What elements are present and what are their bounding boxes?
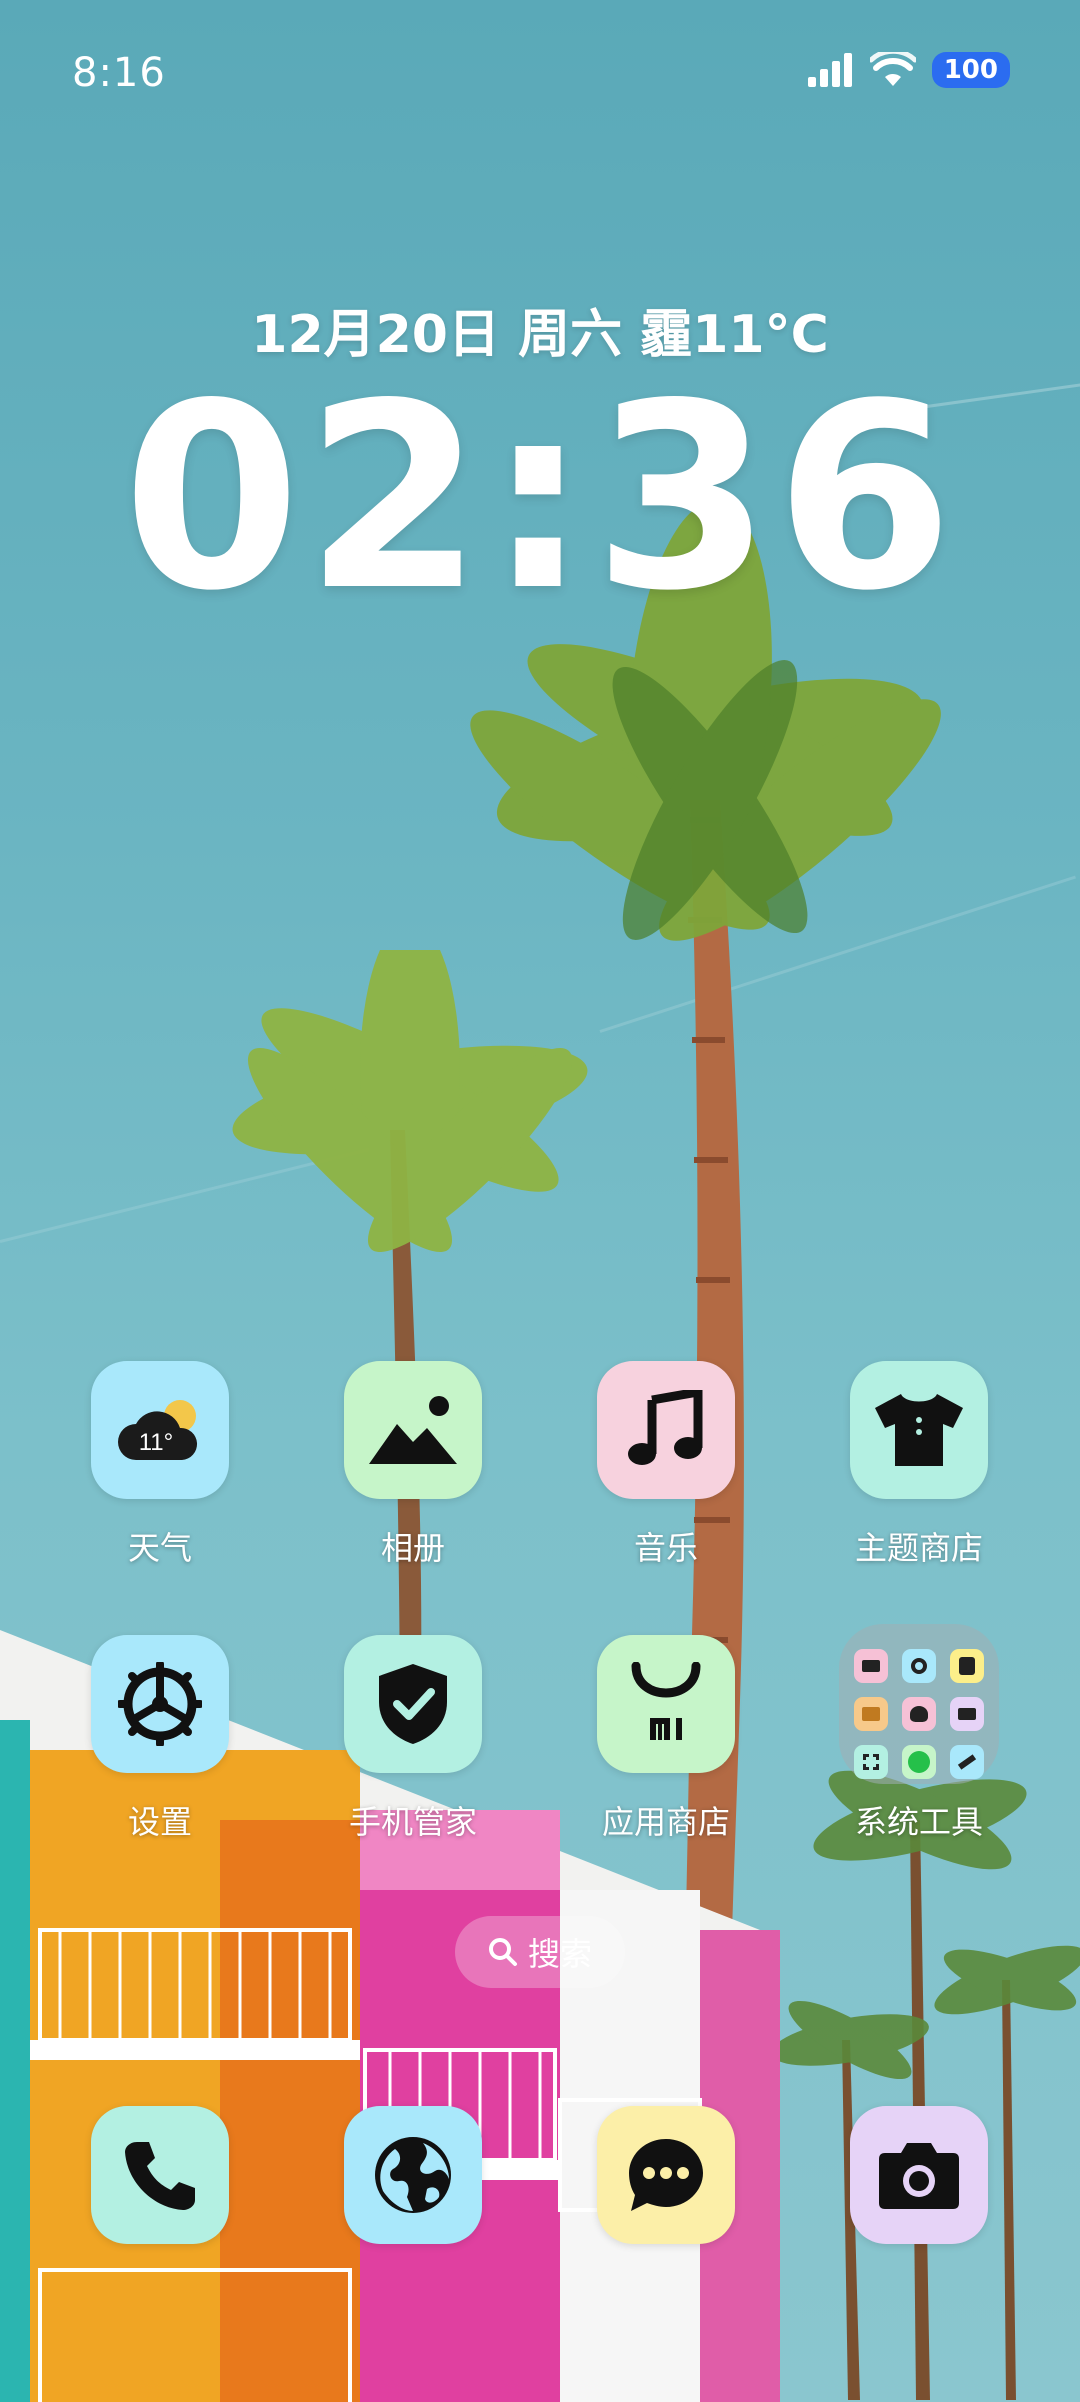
signal-icon [807, 53, 852, 87]
folder-mini-icon [950, 1649, 984, 1683]
folder-mini-icon [902, 1649, 936, 1683]
clock-widget-time[interactable]: 02:36 [0, 370, 1080, 626]
app-weather[interactable]: 11° 天气 [60, 1361, 260, 1569]
search-icon [488, 1938, 517, 1966]
app-settings[interactable]: 设置 [60, 1635, 260, 1843]
app-label: 应用商店 [601, 1803, 730, 1841]
phone-icon[interactable] [91, 2106, 229, 2244]
camera-icon[interactable] [850, 2106, 988, 2244]
folder-system-tools[interactable]: 系统工具 [819, 1624, 1019, 1843]
folder-mini-icon [854, 1697, 888, 1731]
status-icons: 100 [807, 52, 1010, 88]
app-theme-store[interactable]: 主题商店 [819, 1361, 1019, 1569]
browser-icon[interactable] [344, 2106, 482, 2244]
weather-temp-text: 11° [139, 1429, 174, 1456]
app-label: 相册 [380, 1529, 445, 1567]
messages-icon[interactable] [597, 2106, 735, 2244]
weather-icon[interactable]: 11° [91, 1361, 229, 1499]
theme-icon[interactable] [850, 1361, 988, 1499]
gallery-icon[interactable] [344, 1361, 482, 1499]
app-store-icon[interactable] [597, 1635, 735, 1773]
app-label: 天气 [127, 1529, 192, 1567]
folder-mini-icon [950, 1697, 984, 1731]
dock-phone[interactable] [60, 2106, 260, 2244]
dock-messages[interactable] [566, 2106, 766, 2244]
app-label: 系统工具 [854, 1803, 983, 1841]
app-gallery[interactable]: 相册 [313, 1361, 513, 1569]
status-bar: 8:16 100 [0, 0, 1080, 150]
battery-indicator: 100 [931, 52, 1010, 88]
dock-camera[interactable] [819, 2106, 1019, 2244]
folder-icon[interactable] [839, 1624, 999, 1784]
app-label: 音乐 [633, 1529, 698, 1567]
app-security[interactable]: 手机管家 [313, 1635, 513, 1843]
music-icon[interactable] [597, 1361, 735, 1499]
search-label: 搜索 [527, 1935, 592, 1973]
status-time: 8:16 [72, 50, 166, 96]
settings-icon[interactable] [91, 1635, 229, 1773]
app-music[interactable]: 音乐 [566, 1361, 766, 1569]
folder-mini-icon [902, 1745, 936, 1779]
folder-mini-icon [854, 1745, 888, 1779]
app-label: 设置 [127, 1803, 192, 1841]
wifi-icon [869, 52, 916, 86]
app-app-store[interactable]: 应用商店 [566, 1635, 766, 1843]
folder-mini-icon [902, 1697, 936, 1731]
dock-browser[interactable] [313, 2106, 513, 2244]
folder-mini-icon [854, 1649, 888, 1683]
folder-mini-icon [950, 1745, 984, 1779]
search-button[interactable]: 搜索 [455, 1916, 625, 1988]
app-label: 主题商店 [854, 1529, 983, 1567]
security-icon[interactable] [344, 1635, 482, 1773]
app-label: 手机管家 [348, 1803, 477, 1841]
